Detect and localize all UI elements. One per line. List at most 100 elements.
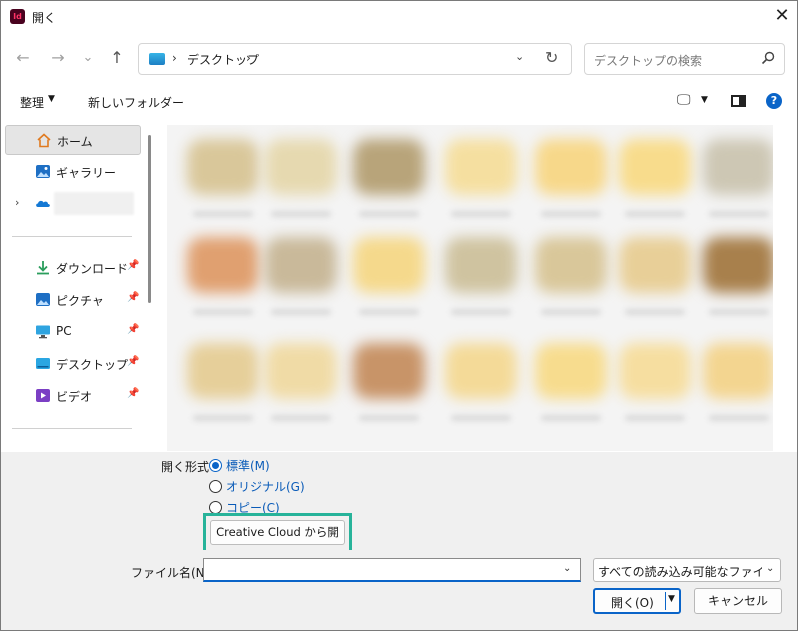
onedrive-icon [36,200,50,207]
refresh-icon[interactable]: ↻ [545,48,558,67]
sidebar-item-label: ダウンロード [56,262,129,276]
file-thumbnail[interactable] [445,237,517,293]
sidebar-item-gallery[interactable]: ギャラリー [5,157,141,187]
file-name-dropdown-chevron-icon[interactable]: ⌄ [563,563,571,574]
open-from-creative-cloud-button[interactable]: Creative Cloud から開く [210,520,345,562]
breadcrumb-separator-icon[interactable]: › [246,51,251,65]
sidebar-item-home[interactable]: ホーム [5,125,141,155]
sidebar-scrollbar[interactable] [148,135,151,303]
view-options-icon[interactable]: 🖵 [677,92,691,108]
file-thumbnail[interactable] [265,237,337,293]
file-thumbnail[interactable] [619,343,691,399]
file-thumbnail[interactable] [187,139,259,195]
pictures-icon [36,293,50,306]
pin-icon: 📌 [127,292,140,303]
window-title: 開く [32,11,57,25]
sidebar-item-label: デスクトップ [56,358,129,372]
sidebar-item-downloads[interactable]: ダウンロード 📌 [5,253,141,283]
radio-original[interactable] [209,480,222,493]
radio-standard[interactable] [209,459,222,472]
file-thumbnail[interactable] [265,343,337,399]
sidebar-item-video[interactable]: ビデオ 📌 [5,381,141,411]
sidebar-item-pc[interactable]: PC 📌 [5,317,141,347]
file-thumbnail-caption [451,415,511,421]
search-icon[interactable] [761,51,775,65]
sidebar-item-onedrive[interactable]: › [5,189,141,219]
file-name-input[interactable] [203,558,581,582]
organize-button[interactable]: 整理 [20,94,44,111]
file-thumbnail[interactable] [265,139,337,195]
file-thumbnail[interactable] [703,237,773,293]
file-type-select[interactable]: すべての読み込み可能なファイル (* ⌄ [593,558,781,582]
file-thumbnail[interactable] [535,237,607,293]
radio-standard-label[interactable]: 標準(M) [226,457,270,474]
file-thumbnail-caption [541,415,601,421]
file-thumbnail-caption [625,211,685,217]
back-arrow-icon[interactable]: ← [10,45,36,71]
sidebar-item-pictures[interactable]: ピクチャ 📌 [5,285,141,315]
file-thumbnail-caption [541,309,601,315]
open-button[interactable]: 開く(O) ▼ [593,588,681,614]
file-thumbnail[interactable] [353,139,425,195]
help-icon[interactable]: ? [766,93,782,109]
command-toolbar: 整理 ▼ 新しいフォルダー 🖵 ▼ ? [1,89,797,115]
file-thumbnail[interactable] [445,343,517,399]
search-input[interactable]: デスクトップの検索 [594,52,702,69]
file-thumbnail-caption [451,309,511,315]
organize-caret-icon[interactable]: ▼ [48,94,55,104]
recent-locations-chevron-icon[interactable]: ⌄ [75,45,101,71]
file-thumbnail[interactable] [353,237,425,293]
sidebar-item-label: PC [56,324,72,338]
file-list-area[interactable] [167,125,773,451]
address-dropdown-chevron-icon[interactable]: ⌄ [515,50,524,63]
pin-icon: 📌 [127,324,140,335]
file-thumbnail[interactable] [535,139,607,195]
radio-original-label[interactable]: オリジナル(G) [226,478,305,495]
file-thumbnail[interactable] [535,343,607,399]
file-thumbnail-caption [271,211,331,217]
navigation-bar: ← → ⌄ ↑ › デスクトップ › ⌄ ↻ デスクトップの検索 [1,39,797,79]
file-thumbnail[interactable] [445,139,517,195]
file-thumbnail-caption [193,211,253,217]
file-name-label: ファイル名(N): [131,566,214,580]
file-thumbnail[interactable] [703,139,773,195]
close-icon[interactable]: ✕ [765,1,797,33]
file-thumbnail[interactable] [703,343,773,399]
sidebar-item-desktop[interactable]: デスクトップ 📌 [5,349,141,379]
forward-arrow-icon[interactable]: → [45,45,71,71]
title-bar: Id 開く ✕ [1,1,797,33]
desktop-folder-icon [149,53,165,65]
cancel-button[interactable]: キャンセル [694,588,782,614]
view-caret-icon[interactable]: ▼ [701,95,708,105]
file-thumbnail-caption [541,211,601,217]
open-options-caret-icon[interactable]: ▼ [668,594,675,604]
file-thumbnail[interactable] [619,139,691,195]
content-scrollbar[interactable] [778,125,797,451]
sidebar-item-label: ギャラリー [56,166,117,180]
file-thumbnail[interactable] [187,343,259,399]
sidebar-item-label: ビデオ [56,390,93,404]
preview-pane-icon[interactable] [731,95,746,107]
up-arrow-icon[interactable]: ↑ [104,45,130,71]
pin-icon: 📌 [127,388,140,399]
pin-icon: 📌 [127,260,140,271]
sidebar-item-label: ピクチャ [56,294,104,308]
new-folder-button[interactable]: 新しいフォルダー [88,94,184,111]
search-box[interactable]: デスクトップの検索 [584,43,785,75]
file-thumbnail[interactable] [619,237,691,293]
file-type-value: すべての読み込み可能なファイル (* [598,565,762,579]
file-thumbnail[interactable] [353,343,425,399]
home-icon [37,133,51,148]
file-thumbnail-caption [359,309,419,315]
pc-icon [36,325,50,339]
file-thumbnail-caption [709,415,769,421]
file-thumbnail-caption [359,211,419,217]
sidebar-divider [12,428,132,429]
file-thumbnail-caption [625,415,685,421]
file-thumbnail-caption [271,309,331,315]
file-thumbnail-caption [709,309,769,315]
expand-chevron-icon[interactable]: › [15,196,19,209]
address-bar[interactable]: › デスクトップ › ⌄ ↻ [138,43,572,75]
file-type-chevron-icon[interactable]: ⌄ [766,563,774,574]
file-thumbnail[interactable] [187,237,259,293]
